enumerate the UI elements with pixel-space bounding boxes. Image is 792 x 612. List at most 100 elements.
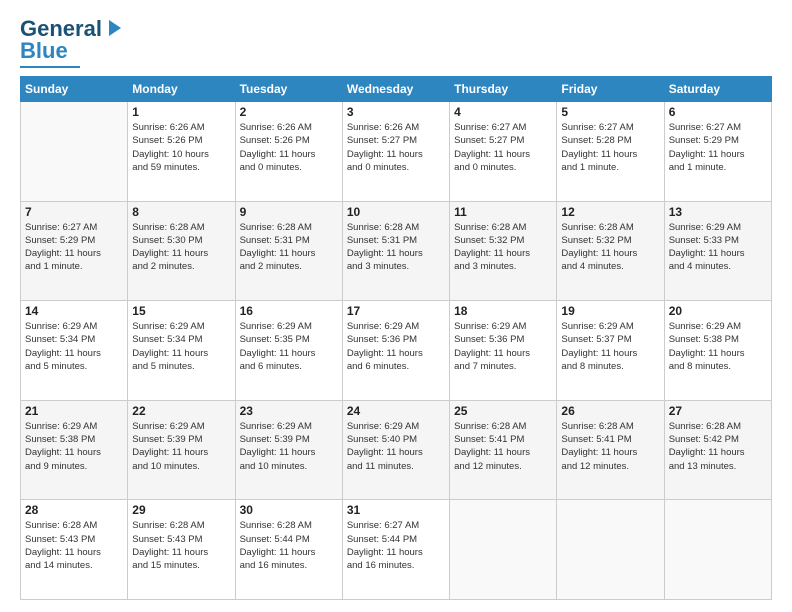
table-row: 26 Sunrise: 6:28 AM Sunset: 5:41 PM Dayli… bbox=[557, 400, 664, 500]
table-row: 10 Sunrise: 6:28 AM Sunset: 5:31 PM Dayli… bbox=[342, 201, 449, 301]
table-row: 17Sunrise: 6:29 AM Sunset: 5:36 PM Dayli… bbox=[342, 301, 449, 401]
day-info: Sunrise: 6:26 AM Sunset: 5:26 PM Dayligh… bbox=[132, 121, 230, 174]
day-info: Sunrise: 6:26 AM Sunset: 5:27 PM Dayligh… bbox=[347, 121, 445, 174]
col-sunday: Sunday bbox=[21, 77, 128, 102]
day-number: 9 bbox=[240, 205, 338, 219]
day-number: 21 bbox=[25, 404, 123, 418]
table-row: 1Sunrise: 6:26 AM Sunset: 5:26 PM Daylig… bbox=[128, 102, 235, 202]
col-thursday: Thursday bbox=[450, 77, 557, 102]
header-row: Sunday Monday Tuesday Wednesday Thursday… bbox=[21, 77, 772, 102]
day-info: Sunrise: 6:29 AM Sunset: 5:34 PM Dayligh… bbox=[25, 320, 123, 373]
table-row bbox=[664, 500, 771, 600]
day-info: Sunrise: 6:28 AM Sunset: 5:44 PM Dayligh… bbox=[240, 519, 338, 572]
day-number: 30 bbox=[240, 503, 338, 517]
day-info: Sunrise: 6:29 AM Sunset: 5:37 PM Dayligh… bbox=[561, 320, 659, 373]
table-row bbox=[557, 500, 664, 600]
day-info: Sunrise: 6:29 AM Sunset: 5:39 PM Dayligh… bbox=[240, 420, 338, 473]
table-row: 19 Sunrise: 6:29 AM Sunset: 5:37 PM Dayli… bbox=[557, 301, 664, 401]
day-info: Sunrise: 6:29 AM Sunset: 5:34 PM Dayligh… bbox=[132, 320, 230, 373]
day-number: 14 bbox=[25, 304, 123, 318]
table-row bbox=[450, 500, 557, 600]
day-info: Sunrise: 6:29 AM Sunset: 5:33 PM Dayligh… bbox=[669, 221, 767, 274]
day-number: 12 bbox=[561, 205, 659, 219]
day-number: 7 bbox=[25, 205, 123, 219]
day-number: 16 bbox=[240, 304, 338, 318]
day-info: Sunrise: 6:26 AM Sunset: 5:26 PM Dayligh… bbox=[240, 121, 338, 174]
table-row: 9 Sunrise: 6:28 AM Sunset: 5:31 PM Daylig… bbox=[235, 201, 342, 301]
table-row: 21 Sunrise: 6:29 AM Sunset: 5:38 PM Dayli… bbox=[21, 400, 128, 500]
col-monday: Monday bbox=[128, 77, 235, 102]
table-row: 28Sunrise: 6:28 AM Sunset: 5:43 PM Dayli… bbox=[21, 500, 128, 600]
day-info: Sunrise: 6:29 AM Sunset: 5:36 PM Dayligh… bbox=[347, 320, 445, 373]
day-number: 2 bbox=[240, 105, 338, 119]
day-number: 15 bbox=[132, 304, 230, 318]
day-number: 13 bbox=[669, 205, 767, 219]
day-info: Sunrise: 6:29 AM Sunset: 5:38 PM Dayligh… bbox=[25, 420, 123, 473]
day-info: Sunrise: 6:28 AM Sunset: 5:31 PM Dayligh… bbox=[347, 221, 445, 274]
day-number: 8 bbox=[132, 205, 230, 219]
day-info: Sunrise: 6:27 AM Sunset: 5:29 PM Dayligh… bbox=[25, 221, 123, 274]
day-info: Sunrise: 6:29 AM Sunset: 5:39 PM Dayligh… bbox=[132, 420, 230, 473]
table-row: 18 Sunrise: 6:29 AM Sunset: 5:36 PM Dayli… bbox=[450, 301, 557, 401]
page: General Blue Sunday Monday Tuesday Wedne… bbox=[0, 0, 792, 612]
day-number: 27 bbox=[669, 404, 767, 418]
table-row: 5 Sunrise: 6:27 AM Sunset: 5:28 PM Daylig… bbox=[557, 102, 664, 202]
day-info: Sunrise: 6:29 AM Sunset: 5:36 PM Dayligh… bbox=[454, 320, 552, 373]
table-row: 31 Sunrise: 6:27 AM Sunset: 5:44 PM Dayli… bbox=[342, 500, 449, 600]
col-tuesday: Tuesday bbox=[235, 77, 342, 102]
table-row: 2 Sunrise: 6:26 AM Sunset: 5:26 PM Daylig… bbox=[235, 102, 342, 202]
day-number: 5 bbox=[561, 105, 659, 119]
day-number: 31 bbox=[347, 503, 445, 517]
logo: General Blue bbox=[20, 16, 123, 68]
table-row: 25 Sunrise: 6:28 AM Sunset: 5:41 PM Dayli… bbox=[450, 400, 557, 500]
day-info: Sunrise: 6:28 AM Sunset: 5:41 PM Dayligh… bbox=[561, 420, 659, 473]
day-info: Sunrise: 6:28 AM Sunset: 5:42 PM Dayligh… bbox=[669, 420, 767, 473]
day-number: 10 bbox=[347, 205, 445, 219]
day-number: 24 bbox=[347, 404, 445, 418]
day-number: 29 bbox=[132, 503, 230, 517]
table-row: 30 Sunrise: 6:28 AM Sunset: 5:44 PM Dayli… bbox=[235, 500, 342, 600]
day-info: Sunrise: 6:29 AM Sunset: 5:40 PM Dayligh… bbox=[347, 420, 445, 473]
day-info: Sunrise: 6:28 AM Sunset: 5:32 PM Dayligh… bbox=[454, 221, 552, 274]
day-info: Sunrise: 6:27 AM Sunset: 5:27 PM Dayligh… bbox=[454, 121, 552, 174]
day-number: 25 bbox=[454, 404, 552, 418]
day-info: Sunrise: 6:28 AM Sunset: 5:31 PM Dayligh… bbox=[240, 221, 338, 274]
table-row bbox=[21, 102, 128, 202]
day-number: 19 bbox=[561, 304, 659, 318]
table-row: 6 Sunrise: 6:27 AM Sunset: 5:29 PM Daylig… bbox=[664, 102, 771, 202]
table-row: 11 Sunrise: 6:28 AM Sunset: 5:32 PM Dayli… bbox=[450, 201, 557, 301]
table-row: 12Sunrise: 6:28 AM Sunset: 5:32 PM Dayli… bbox=[557, 201, 664, 301]
day-number: 26 bbox=[561, 404, 659, 418]
table-row: 24 Sunrise: 6:29 AM Sunset: 5:40 PM Dayli… bbox=[342, 400, 449, 500]
day-number: 18 bbox=[454, 304, 552, 318]
day-info: Sunrise: 6:28 AM Sunset: 5:30 PM Dayligh… bbox=[132, 221, 230, 274]
table-row: 3 Sunrise: 6:26 AM Sunset: 5:27 PM Daylig… bbox=[342, 102, 449, 202]
table-row: 22 Sunrise: 6:29 AM Sunset: 5:39 PM Dayli… bbox=[128, 400, 235, 500]
day-number: 23 bbox=[240, 404, 338, 418]
day-info: Sunrise: 6:28 AM Sunset: 5:43 PM Dayligh… bbox=[132, 519, 230, 572]
day-number: 3 bbox=[347, 105, 445, 119]
day-number: 11 bbox=[454, 205, 552, 219]
day-info: Sunrise: 6:28 AM Sunset: 5:41 PM Dayligh… bbox=[454, 420, 552, 473]
logo-line bbox=[20, 66, 80, 68]
day-number: 28 bbox=[25, 503, 123, 517]
table-row: 8 Sunrise: 6:28 AM Sunset: 5:30 PM Daylig… bbox=[128, 201, 235, 301]
col-wednesday: Wednesday bbox=[342, 77, 449, 102]
table-row: 7 Sunrise: 6:27 AM Sunset: 5:29 PM Daylig… bbox=[21, 201, 128, 301]
table-row: 29 Sunrise: 6:28 AM Sunset: 5:43 PM Dayli… bbox=[128, 500, 235, 600]
table-row: 16Sunrise: 6:29 AM Sunset: 5:35 PM Dayli… bbox=[235, 301, 342, 401]
day-number: 4 bbox=[454, 105, 552, 119]
header: General Blue bbox=[20, 16, 772, 68]
logo-icon bbox=[103, 18, 123, 40]
day-info: Sunrise: 6:27 AM Sunset: 5:44 PM Dayligh… bbox=[347, 519, 445, 572]
logo-blue: Blue bbox=[20, 38, 68, 64]
day-info: Sunrise: 6:27 AM Sunset: 5:29 PM Dayligh… bbox=[669, 121, 767, 174]
col-friday: Friday bbox=[557, 77, 664, 102]
day-number: 6 bbox=[669, 105, 767, 119]
day-info: Sunrise: 6:27 AM Sunset: 5:28 PM Dayligh… bbox=[561, 121, 659, 174]
day-number: 22 bbox=[132, 404, 230, 418]
calendar-table: Sunday Monday Tuesday Wednesday Thursday… bbox=[20, 76, 772, 600]
table-row: 14 Sunrise: 6:29 AM Sunset: 5:34 PM Dayli… bbox=[21, 301, 128, 401]
day-number: 20 bbox=[669, 304, 767, 318]
table-row: 20Sunrise: 6:29 AM Sunset: 5:38 PM Dayli… bbox=[664, 301, 771, 401]
